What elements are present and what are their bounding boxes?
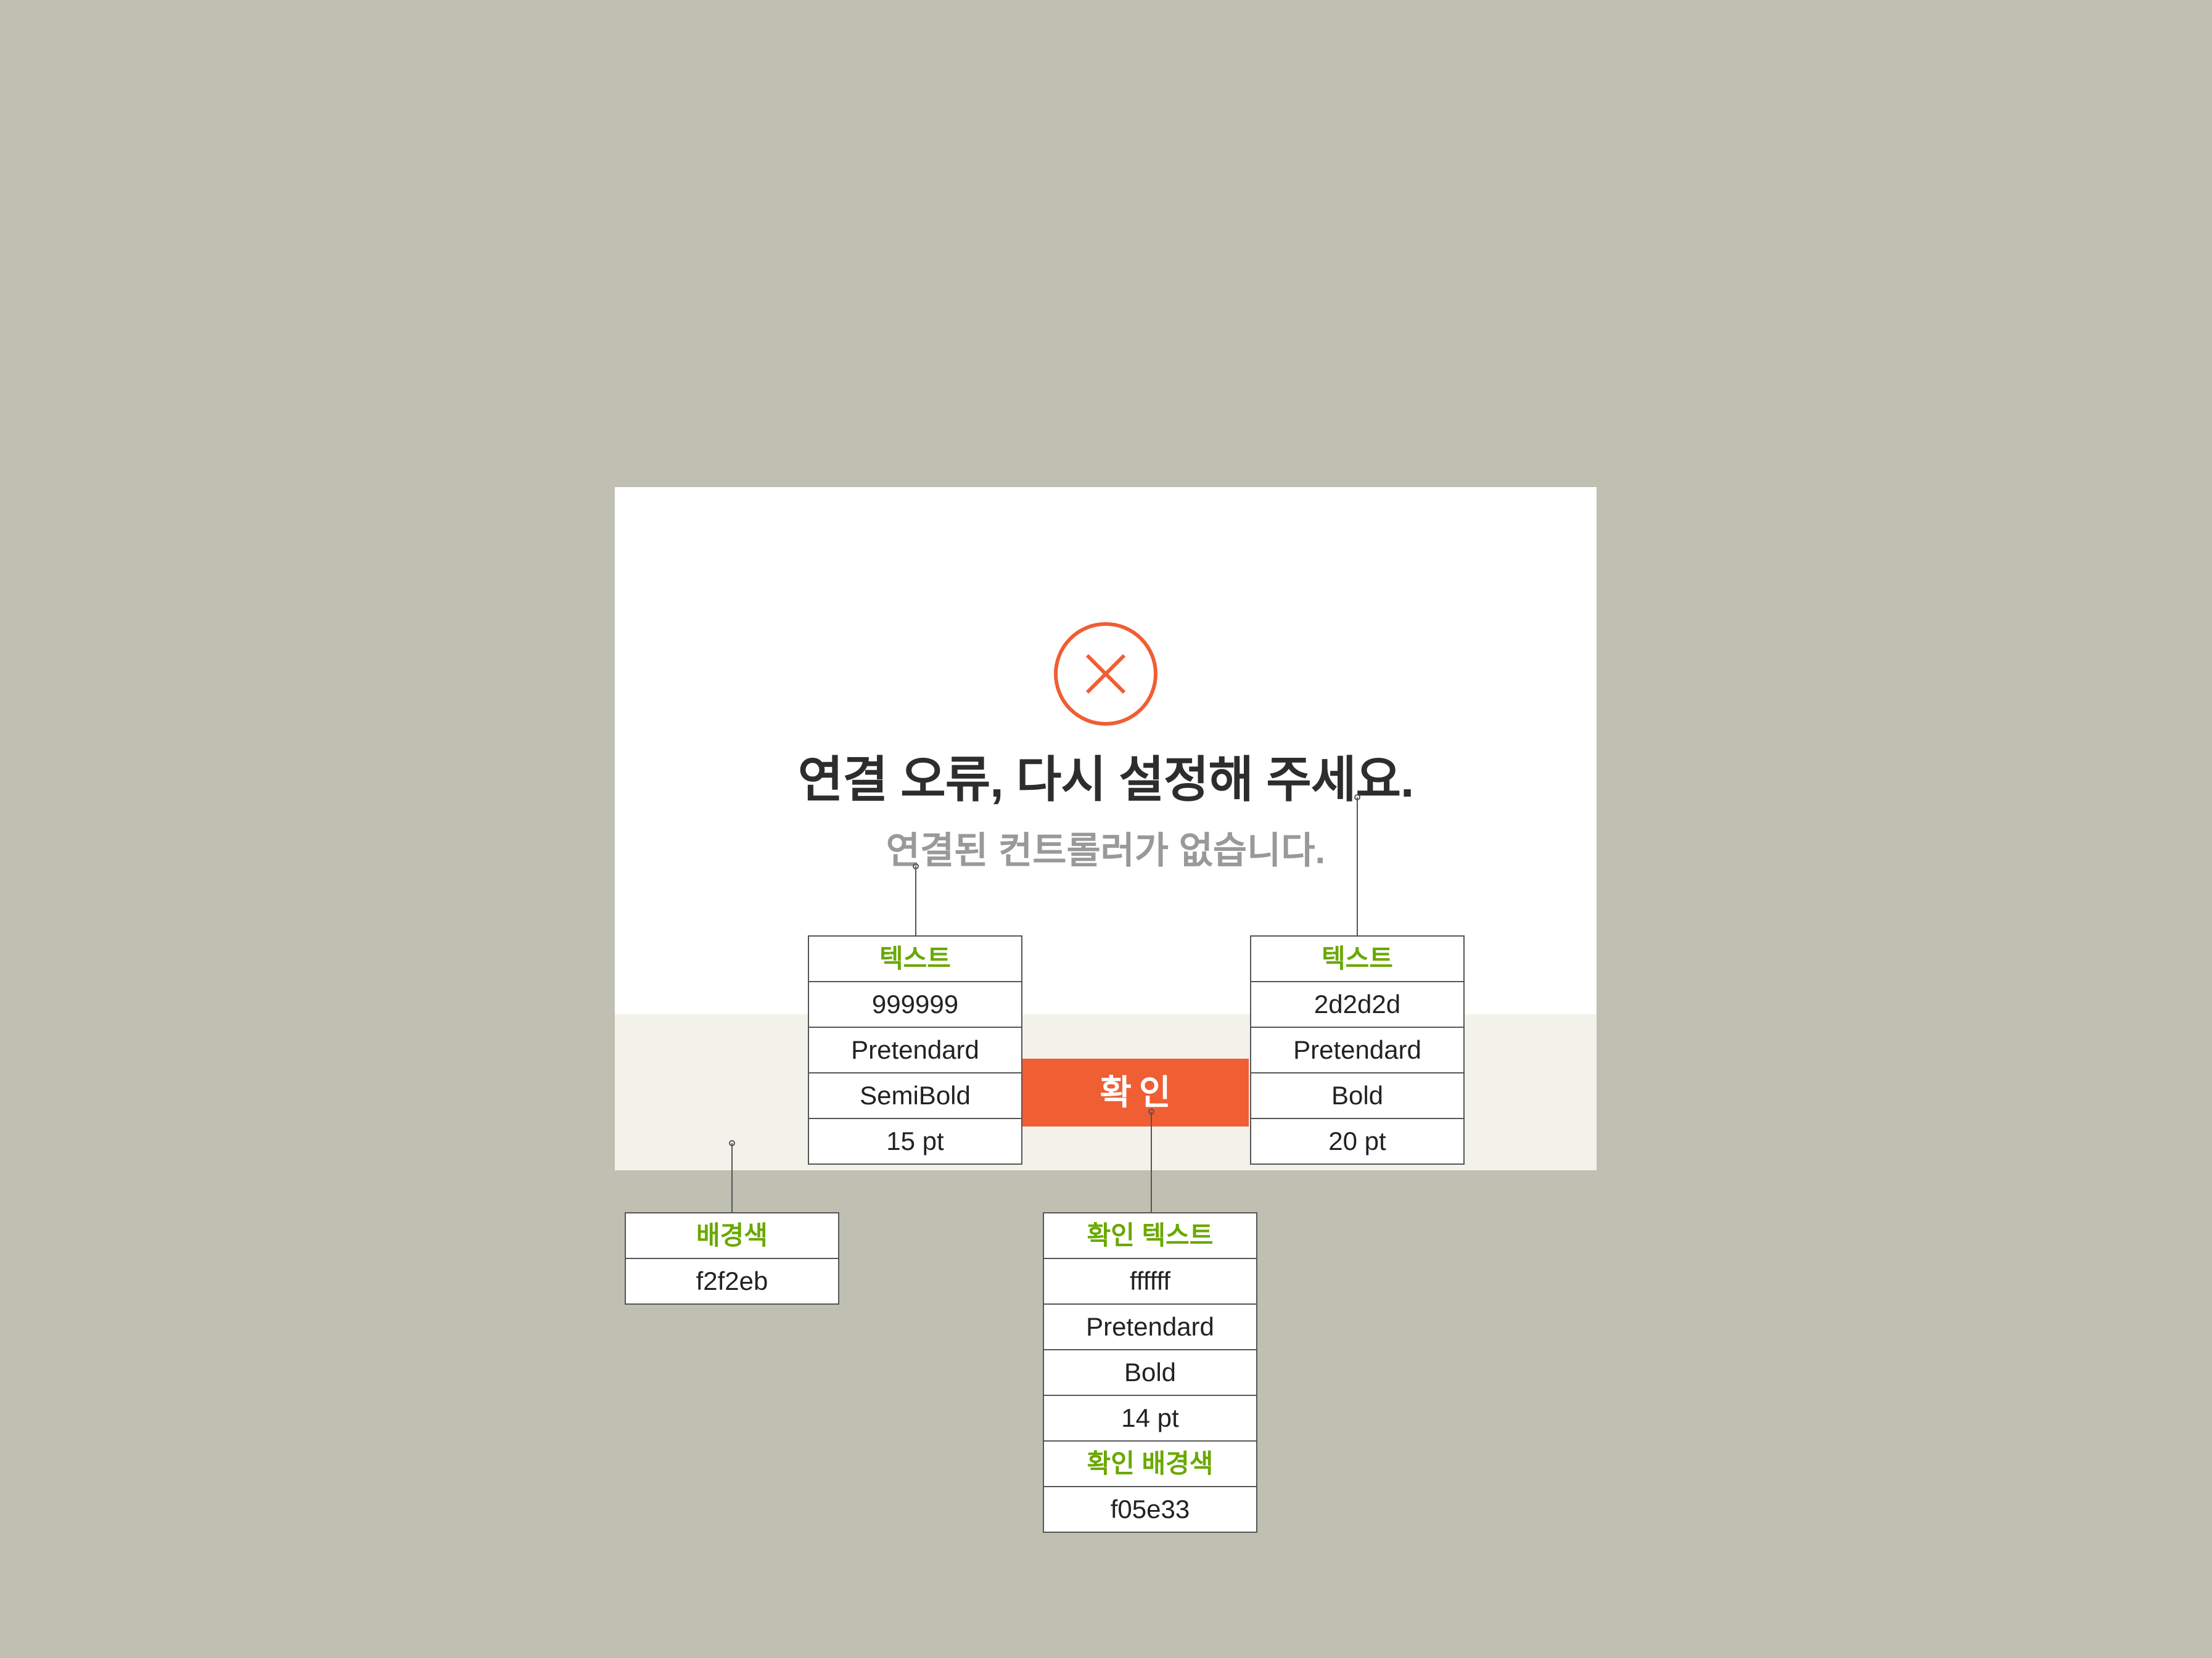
dialog-subtitle: 연결된 컨트롤러가 없습니다. bbox=[886, 830, 1326, 871]
spec-heading: 텍스트 bbox=[1251, 937, 1463, 982]
spec-color: 2d2d2d bbox=[1251, 982, 1463, 1028]
subtitle-leader-line bbox=[915, 866, 916, 935]
spec-heading: 확인 텍스트 bbox=[1044, 1213, 1256, 1259]
spec-font: Pretendard bbox=[1251, 1028, 1463, 1073]
close-circle-icon bbox=[1054, 622, 1157, 726]
title-spec-table: 텍스트 2d2d2d Pretendard Bold 20 pt bbox=[1250, 935, 1465, 1165]
confirm-leader-line bbox=[1151, 1112, 1152, 1212]
spec-weight: Bold bbox=[1251, 1073, 1463, 1119]
confirm-spec-table: 확인 텍스트 ffffff Pretendard Bold 14 pt 확인 배… bbox=[1043, 1212, 1257, 1533]
spec-size: 14 pt bbox=[1044, 1396, 1256, 1442]
spec-heading: 배경색 bbox=[626, 1213, 838, 1259]
title-leader-line bbox=[1357, 797, 1358, 935]
spec-font: Pretendard bbox=[1044, 1305, 1256, 1350]
spec-size: 15 pt bbox=[886, 1127, 944, 1155]
spec-bg-heading: 확인 배경색 bbox=[1044, 1442, 1256, 1487]
subtitle-spec-table: 텍스트 999999 Pretendard SemiBold 15 pt bbox=[808, 935, 1022, 1165]
spec-weight: Bold bbox=[1044, 1350, 1256, 1396]
confirm-button[interactable]: 확인 bbox=[1022, 1059, 1249, 1127]
background-leader-line bbox=[731, 1143, 733, 1212]
spec-font: Pretendard bbox=[809, 1028, 1021, 1073]
spec-color: ffffff bbox=[1044, 1259, 1256, 1305]
background-spec-table: 배경색 f2f2eb bbox=[625, 1212, 839, 1305]
spec-weight: SemiBold bbox=[809, 1073, 1021, 1119]
spec-heading: 텍스트 bbox=[809, 937, 1021, 982]
spec-color: 999999 bbox=[809, 982, 1021, 1028]
spec-size: 20 pt bbox=[1328, 1127, 1386, 1155]
dialog-title: 연결 오류, 다시 설정해 주세요. bbox=[797, 752, 1415, 807]
spec-bg-color: f05e33 bbox=[1110, 1495, 1190, 1524]
spec-color: f2f2eb bbox=[696, 1266, 768, 1295]
